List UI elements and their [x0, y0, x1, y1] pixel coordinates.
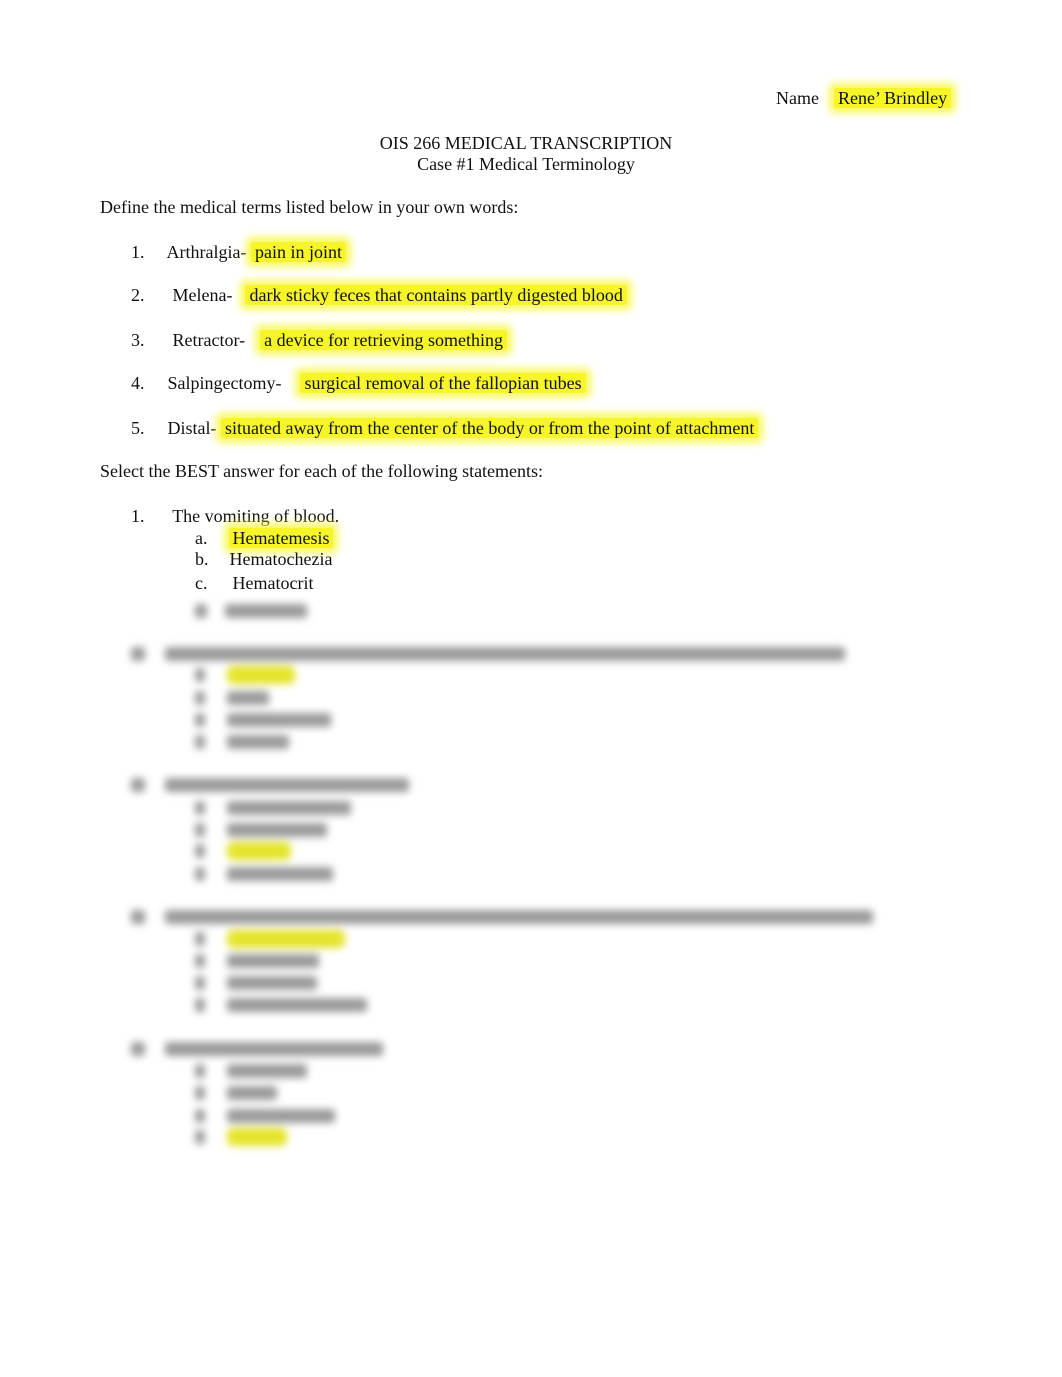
- blurred-option: [195, 685, 269, 707]
- name-label: Name: [776, 88, 819, 108]
- blurred-option: [195, 729, 289, 751]
- section2-instruction: Select the BEST answer for each of the f…: [100, 461, 544, 481]
- item-number: 1.: [131, 242, 145, 262]
- blurred-option: [195, 1103, 335, 1125]
- term: Distal-: [167, 418, 217, 438]
- definition-item: 2. Melena- dark sticky feces that contai…: [131, 284, 627, 306]
- option-text: Hematemesis: [228, 528, 334, 548]
- option: b. Hematochezia: [195, 548, 332, 570]
- option-text: Hematocrit: [232, 573, 314, 593]
- blurred-option-selected: [195, 1124, 287, 1146]
- blurred-option-selected: [195, 926, 345, 948]
- option-letter: a.: [195, 528, 208, 548]
- answer: pain in joint: [250, 242, 346, 262]
- blurred-question: [131, 641, 845, 663]
- blurred-option: [195, 948, 319, 970]
- blurred-option: [195, 817, 327, 839]
- item-number: 2.: [131, 285, 145, 305]
- blurred-option: [195, 795, 351, 817]
- blurred-question: [131, 904, 873, 926]
- item-number: 3.: [131, 330, 145, 350]
- term: Salpingectomy-: [167, 373, 282, 393]
- name-field: Name Rene’ Brindley: [776, 87, 952, 109]
- answer: a device for retrieving something: [260, 330, 508, 350]
- blurred-option: [195, 1058, 307, 1080]
- blurred-option-selected: [195, 662, 295, 684]
- term: Retractor-: [172, 330, 246, 350]
- section1-instruction: Define the medical terms listed below in…: [100, 197, 519, 217]
- blurred-question: [131, 1036, 383, 1058]
- question-text: The vomiting of blood.: [172, 506, 340, 526]
- name-value: Rene’ Brindley: [833, 88, 952, 108]
- option-selected: a. Hematemesis: [195, 527, 334, 549]
- option-letter: c.: [195, 573, 208, 593]
- answer: surgical removal of the fallopian tubes: [300, 373, 586, 393]
- definition-item: 3. Retractor- a device for retrieving so…: [131, 329, 508, 351]
- question-number: 1.: [131, 506, 145, 526]
- answer: dark sticky feces that contains partly d…: [245, 285, 627, 305]
- blurred-option: [195, 707, 331, 729]
- term: Arthralgia-: [166, 242, 247, 262]
- blurred-question: [131, 772, 409, 794]
- blurred-option: [195, 1080, 277, 1102]
- question-1: 1. The vomiting of blood.: [131, 505, 339, 527]
- item-number: 4.: [131, 373, 145, 393]
- definition-item: 1. Arthralgia- pain in joint: [131, 241, 346, 263]
- definition-item: 4. Salpingectomy- surgical removal of th…: [131, 372, 586, 394]
- blurred-option: [195, 970, 317, 992]
- definition-item: 5. Distal- situated away from the center…: [131, 417, 759, 439]
- blurred-option: [195, 861, 333, 883]
- term: Melena-: [172, 285, 233, 305]
- blurred-option: [195, 598, 307, 620]
- document-subtitle: Case #1 Medical Terminology: [417, 154, 635, 174]
- blurred-option-selected: [195, 838, 291, 860]
- item-number: 5.: [131, 418, 145, 438]
- option-letter: b.: [195, 549, 209, 569]
- document-title: OIS 266 MEDICAL TRANSCRIPTION: [379, 133, 673, 153]
- answer: situated away from the center of the bod…: [221, 418, 759, 438]
- option-text: Hematochezia: [229, 549, 333, 569]
- blurred-option: [195, 992, 367, 1014]
- option: c. Hematocrit: [195, 572, 313, 594]
